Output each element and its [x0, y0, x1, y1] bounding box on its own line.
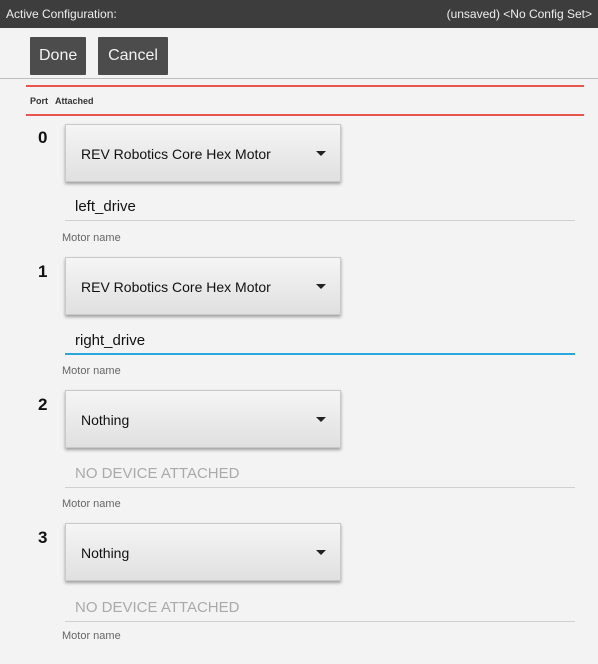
header-divider-top: [26, 85, 584, 87]
motor-name-label: Motor name: [62, 365, 121, 377]
device-dropdown-value: Nothing: [81, 412, 130, 428]
cancel-button[interactable]: Cancel: [98, 37, 168, 75]
active-config-label: Active Configuration:: [6, 7, 117, 21]
dropdown-arrow-icon: [316, 550, 326, 555]
port-number: 2: [38, 395, 48, 414]
device-dropdown-port-1[interactable]: REV Robotics Core Hex Motor: [65, 257, 341, 315]
attached-column-header: Attached: [55, 96, 94, 106]
device-dropdown-value: REV Robotics Core Hex Motor: [81, 146, 271, 162]
config-state-label: (unsaved) <No Config Set>: [446, 7, 592, 21]
device-dropdown-value: REV Robotics Core Hex Motor: [81, 279, 271, 295]
motor-name-value: NO DEVICE ATTACHED: [75, 465, 240, 482]
dropdown-arrow-icon: [316, 417, 326, 422]
motor-name-value: right_drive: [75, 332, 146, 349]
motor-name-label: Motor name: [62, 232, 121, 244]
device-dropdown-port-3[interactable]: Nothing: [65, 523, 341, 581]
done-button[interactable]: Done: [30, 37, 86, 75]
motor-name-input-port-0[interactable]: left_drive: [65, 195, 575, 221]
dropdown-arrow-icon: [316, 151, 326, 156]
motor-name-value: left_drive: [75, 198, 136, 215]
action-toolbar: Done Cancel: [0, 28, 598, 79]
table-header: Port Attached: [30, 96, 94, 106]
motor-name-label: Motor name: [62, 630, 121, 642]
motor-name-input-port-1[interactable]: right_drive: [65, 329, 575, 355]
port-column-header: Port: [30, 96, 48, 106]
header-divider-bottom: [26, 114, 584, 116]
device-dropdown-value: Nothing: [81, 545, 130, 561]
port-number: 1: [38, 262, 48, 281]
port-number: 3: [38, 528, 48, 547]
motor-name-label: Motor name: [62, 498, 121, 510]
status-bar: Active Configuration: (unsaved) <No Conf…: [0, 0, 598, 28]
dropdown-arrow-icon: [316, 284, 326, 289]
device-dropdown-port-2[interactable]: Nothing: [65, 390, 341, 448]
device-dropdown-port-0[interactable]: REV Robotics Core Hex Motor: [65, 124, 341, 182]
motor-name-input-port-3: NO DEVICE ATTACHED: [65, 596, 575, 622]
port-number: 0: [38, 128, 48, 147]
motor-name-input-port-2: NO DEVICE ATTACHED: [65, 462, 575, 488]
motor-name-value: NO DEVICE ATTACHED: [75, 599, 240, 616]
